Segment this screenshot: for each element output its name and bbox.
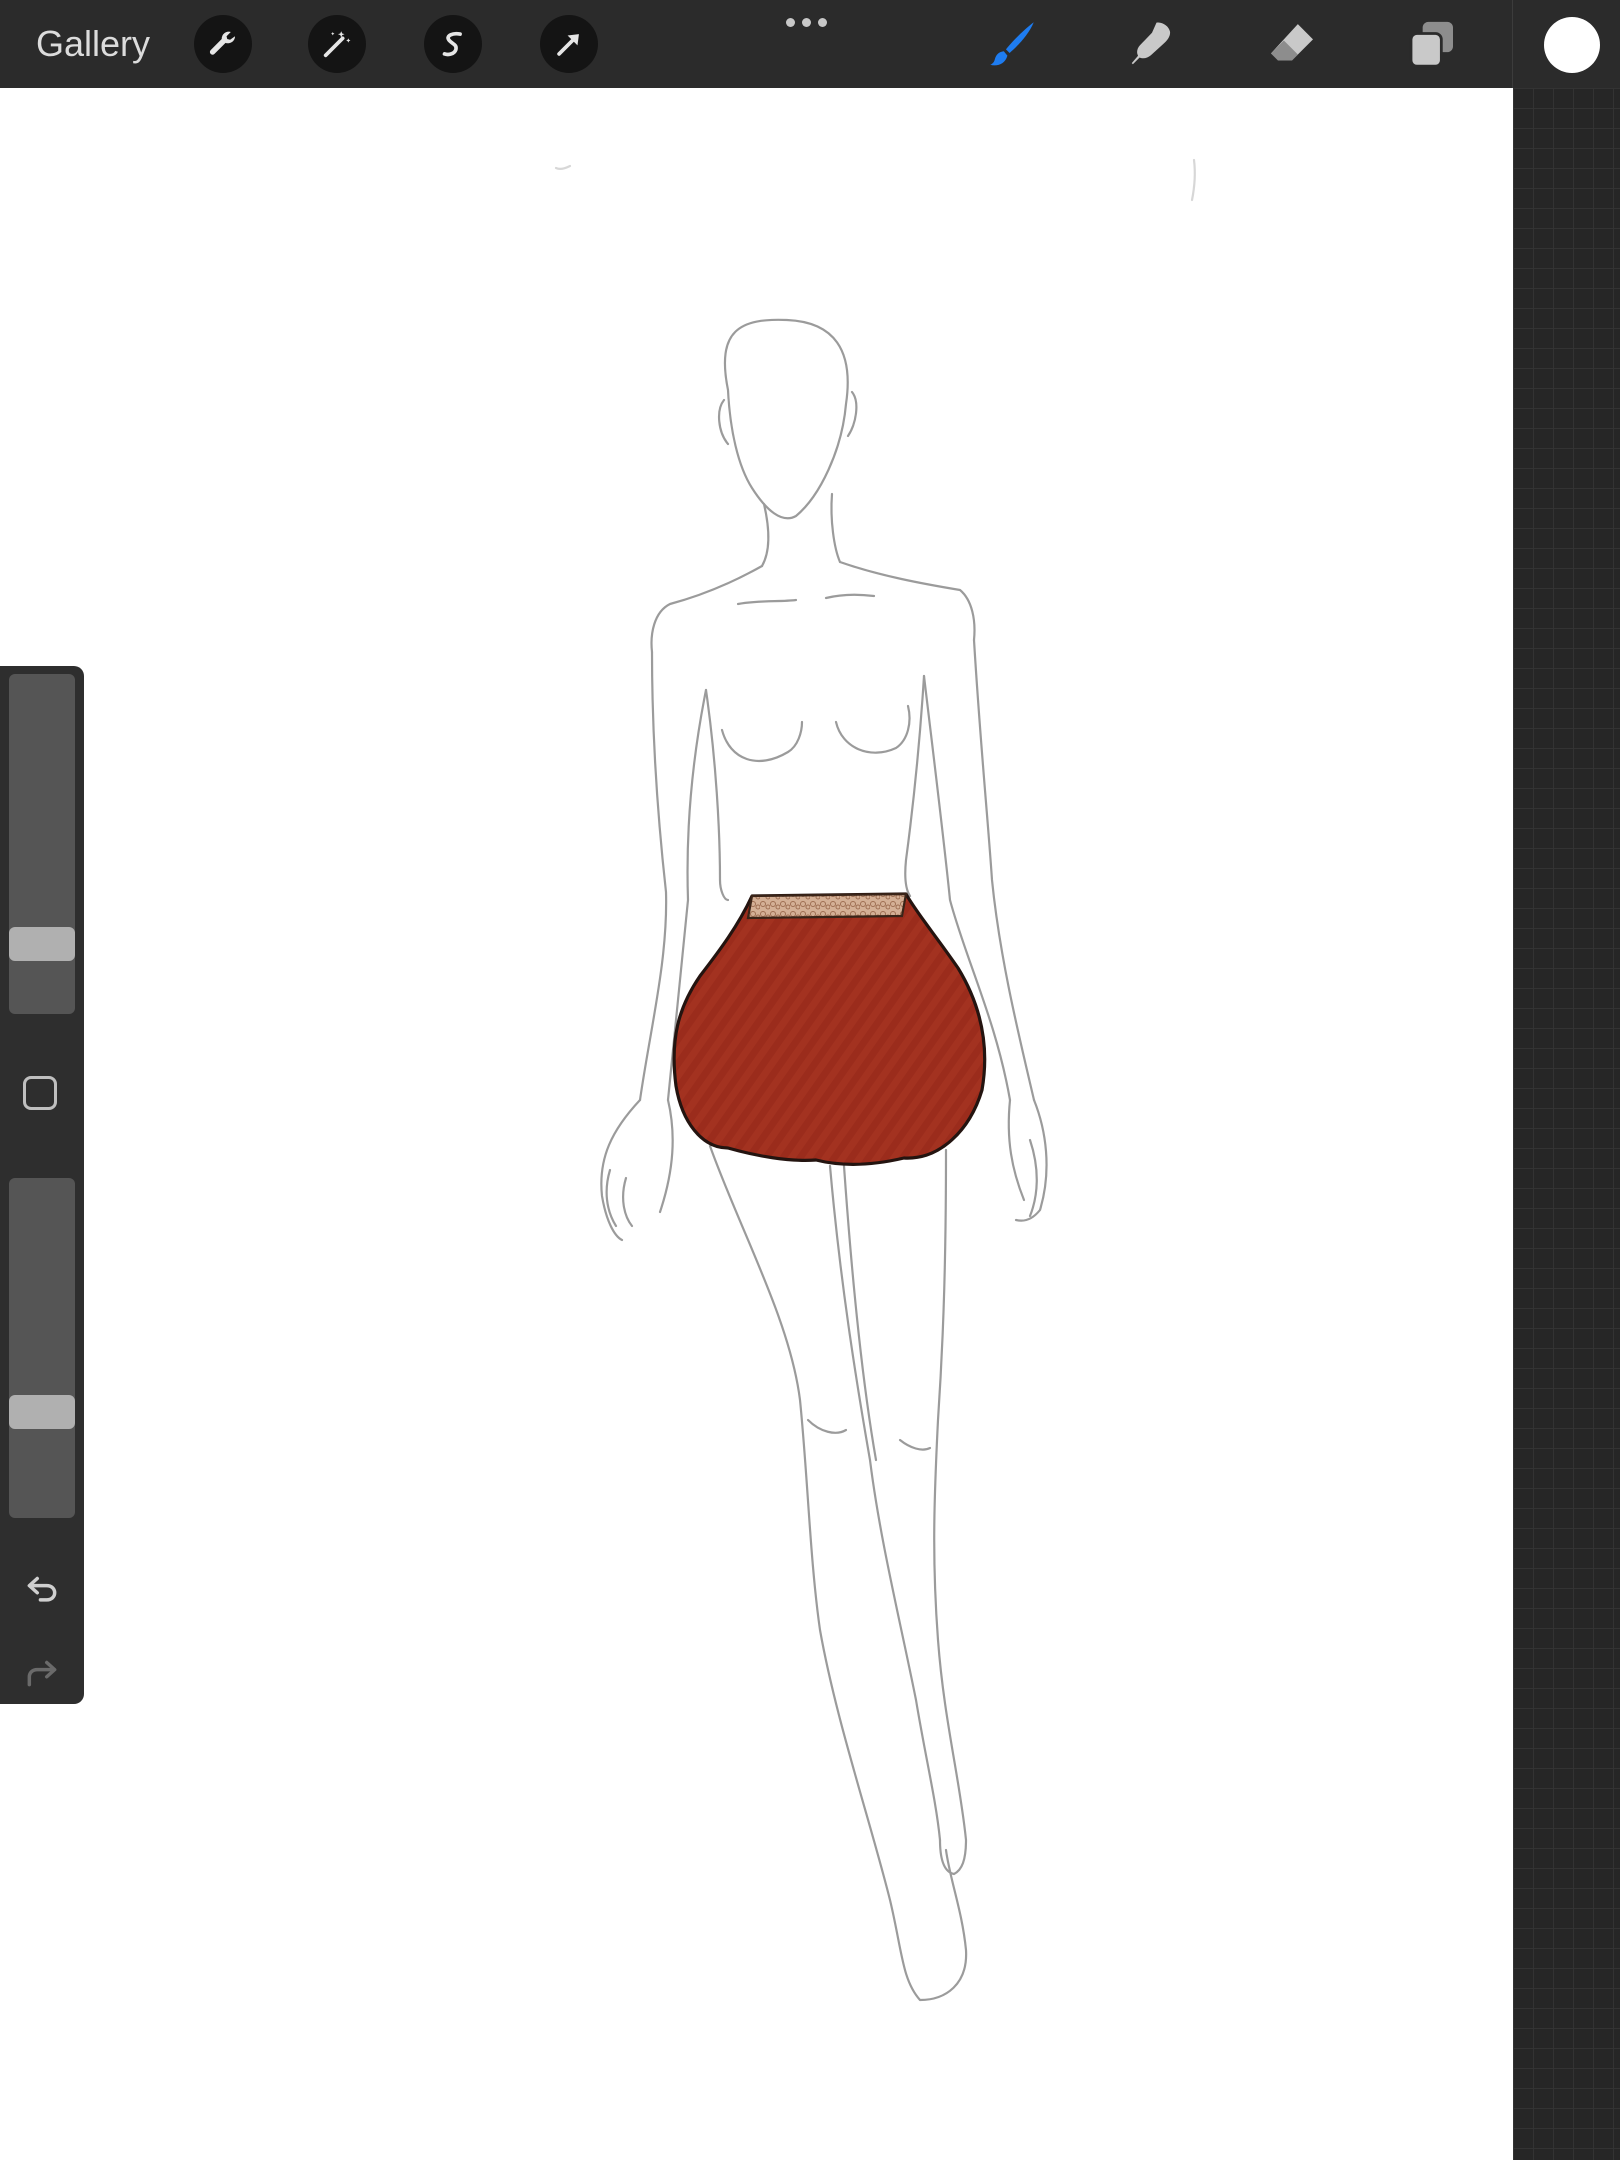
modify-button[interactable] xyxy=(23,1076,57,1110)
color-picker-button[interactable] xyxy=(1544,17,1600,73)
undo-icon xyxy=(27,1576,57,1602)
redo-icon xyxy=(27,1660,57,1687)
eraser-icon xyxy=(1271,24,1313,61)
layers-button[interactable] xyxy=(1402,14,1462,74)
transform-button[interactable] xyxy=(540,15,598,73)
selection-icon xyxy=(442,31,462,57)
transform-arrow-icon xyxy=(557,34,579,56)
skirt-waistband xyxy=(746,892,908,920)
wrench-icon xyxy=(209,31,236,55)
drawing-canvas[interactable] xyxy=(0,88,1513,2160)
left-sidebar xyxy=(0,666,84,1704)
brush-tool-button[interactable] xyxy=(982,14,1042,74)
adjustments-button[interactable] xyxy=(308,15,366,73)
selection-button[interactable] xyxy=(424,15,482,73)
magic-wand-icon xyxy=(323,31,351,58)
smudge-icon xyxy=(1131,22,1171,65)
gallery-button[interactable]: Gallery xyxy=(36,20,150,68)
canvas-background-grid xyxy=(1513,88,1620,2160)
skirt xyxy=(672,892,987,1166)
brush-icon xyxy=(990,22,1034,66)
actions-button[interactable] xyxy=(194,15,252,73)
smudge-tool-button[interactable] xyxy=(1122,14,1182,74)
eraser-tool-button[interactable] xyxy=(1262,14,1322,74)
undo-button[interactable] xyxy=(20,1566,64,1610)
layers-icon xyxy=(1409,21,1453,68)
brush-size-slider[interactable] xyxy=(9,674,75,1014)
croquis-drawing xyxy=(554,158,1196,2002)
opacity-handle[interactable] xyxy=(9,1395,75,1429)
more-options-icon[interactable] xyxy=(786,18,827,27)
opacity-slider[interactable] xyxy=(9,1178,75,1518)
toolbar-divider xyxy=(1512,0,1513,88)
redo-button[interactable] xyxy=(20,1650,64,1694)
brush-size-handle[interactable] xyxy=(9,927,75,961)
top-toolbar: Gallery xyxy=(0,0,1620,88)
